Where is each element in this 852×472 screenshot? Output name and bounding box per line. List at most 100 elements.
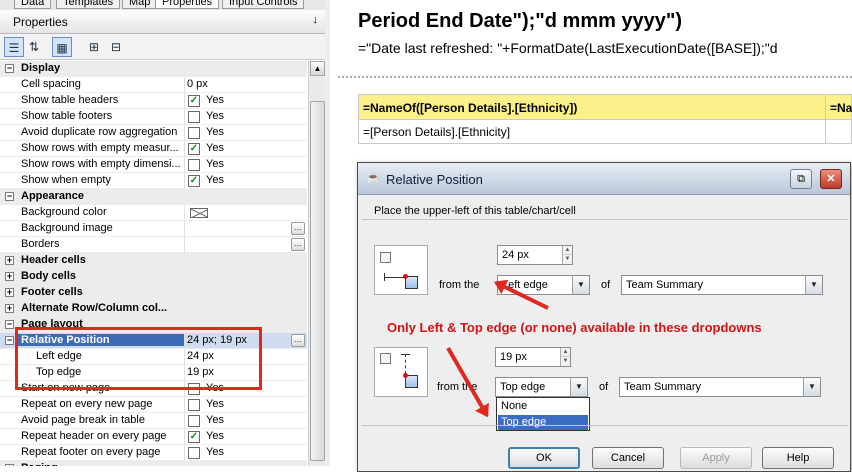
expand-icon[interactable]: + [5,272,14,281]
top-edge-select[interactable]: Top edge ▼ [495,377,588,397]
property-row-show-table-footers[interactable]: Show table footers Yes [0,109,307,125]
expand-icon[interactable]: + [5,304,14,313]
categorized-view-icon[interactable]: ☰ [4,37,24,57]
left-offset-stepper[interactable]: 24 px ▲ ▼ [497,245,573,265]
dialog-separator [362,219,848,220]
chevron-down-icon[interactable]: ▼ [570,378,587,396]
report-refresh-formula[interactable]: ="Date last refreshed: "+FormatDate(Last… [358,40,778,56]
top-edge-select-value: Top edge [500,381,546,393]
table-view-icon[interactable]: ▦ [52,37,72,57]
pin-icon[interactable]: ↓ [313,14,319,26]
property-checkbox[interactable] [188,111,200,123]
property-group-appearance[interactable]: − Appearance [0,189,307,205]
property-checkbox[interactable]: ✓ [188,431,200,443]
scroll-up-icon[interactable]: ▲ [310,61,325,76]
collapse-icon[interactable]: − [5,320,14,329]
property-row-show-table-headers[interactable]: Show table headers ✓ Yes [0,93,307,109]
property-value[interactable]: 0 px [187,78,208,90]
dropdown-option-top-edge[interactable]: Top edge [498,415,588,430]
table-header-cell[interactable]: =NameOf([Person Details].[Ethnicity]) [363,101,577,115]
tab-data[interactable]: Data [14,0,52,9]
expand-icon[interactable]: + [5,288,14,297]
report-title-formula[interactable]: Period End Date");"d mmm yyyy") [358,10,682,33]
property-row-avoid-duplicate-row-aggregation[interactable]: Avoid duplicate row aggregation Yes [0,125,307,141]
tab-properties[interactable]: Properties [155,0,220,9]
collapse-icon[interactable]: − [5,336,14,345]
column-divider [184,173,185,189]
restore-icon[interactable]: ⧉ [790,169,812,189]
property-label: Show rows with empty dimensi... [21,158,181,170]
collapse-icon[interactable]: − [5,192,14,201]
scrollbar-thumb[interactable] [310,101,325,461]
ellipsis-button[interactable]: ... [291,222,305,235]
property-checkbox[interactable] [188,127,200,139]
ellipsis-button[interactable]: ... [291,334,305,347]
ellipsis-button[interactable]: ... [291,238,305,251]
property-group-footer-cells[interactable]: + Footer cells [0,285,307,301]
property-row-avoid-page-break-in-table[interactable]: Avoid page break in table Yes [0,413,307,429]
top-offset-stepper[interactable]: 19 px ▲ ▼ [495,347,571,367]
property-row-show-rows-with-empty-measur[interactable]: Show rows with empty measur... ✓ Yes [0,141,307,157]
left-target-select-value: Team Summary [626,279,704,291]
column-divider [184,141,185,157]
no-color-icon[interactable] [190,208,208,218]
property-row-show-when-empty[interactable]: Show when empty ✓ Yes [0,173,307,189]
property-group-header-cells[interactable]: + Header cells [0,253,307,269]
sort-alpha-icon[interactable]: ⇅ [24,37,44,57]
property-row-background-image[interactable]: Background image... [0,221,307,237]
top-target-select[interactable]: Team Summary ▼ [619,377,821,397]
chevron-down-icon[interactable]: ▼ [805,276,822,294]
property-checkbox[interactable] [188,447,200,459]
property-checkbox[interactable]: ✓ [188,95,200,107]
dropdown-option-none[interactable]: None [498,399,588,414]
tab-map[interactable]: Map [122,0,158,9]
property-group-paging[interactable]: +Paging [0,461,307,466]
property-row-repeat-header-on-every-page[interactable]: Repeat header on every page ✓ Yes [0,429,307,445]
table-body-cell[interactable]: =[Person Details].[Ethnicity] [363,125,510,139]
chevron-down-icon[interactable]: ▼ [572,276,589,294]
stepper-down-icon[interactable]: ▼ [562,255,572,264]
property-row-background-color[interactable]: Background color [0,205,307,221]
of-label: of [601,279,611,291]
expand-all-icon[interactable]: ⊞ [84,37,104,57]
property-group-alternate-row-column-col[interactable]: + Alternate Row/Column col... [0,301,307,317]
property-checkbox[interactable]: ✓ [188,143,200,155]
collapse-icon[interactable]: − [5,64,14,73]
stepper-up-icon[interactable]: ▲ [560,348,570,357]
property-checkbox[interactable] [188,399,200,411]
property-row-show-rows-with-empty-dimensi[interactable]: Show rows with empty dimensi... Yes [0,157,307,173]
property-value: Yes [206,110,224,122]
left-target-select[interactable]: Team Summary ▼ [621,275,823,295]
property-checkbox[interactable] [188,159,200,171]
property-group-display[interactable]: − Display [0,61,307,77]
column-divider [184,93,185,109]
tab-templates[interactable]: Templates [56,0,121,9]
property-checkbox[interactable]: ✓ [188,175,200,187]
table-header-cell-2[interactable]: =Nam [825,95,852,119]
table-header-row[interactable]: =NameOf([Person Details].[Ethnicity]) =N… [358,94,852,120]
column-divider [184,237,185,253]
property-row-cell-spacing[interactable]: Cell spacing 0 px [0,77,307,93]
stepper-down-icon[interactable]: ▼ [560,357,570,366]
property-value: Yes [206,142,224,154]
property-label: Repeat header on every page [21,430,167,442]
close-icon[interactable]: ✕ [820,169,842,189]
chevron-down-icon[interactable]: ▼ [803,378,820,396]
property-grid-scrollbar[interactable]: ▲ [308,61,325,466]
tab-input-controls[interactable]: Input Controls [222,0,305,9]
property-label: Header cells [21,254,86,266]
expand-icon[interactable]: + [5,256,14,265]
left-offset-value: 24 px [502,249,529,261]
property-checkbox[interactable] [188,415,200,427]
collapse-all-icon[interactable]: ⊟ [106,37,126,57]
property-label: Borders [21,238,60,250]
property-row-repeat-on-every-new-page[interactable]: Repeat on every new page Yes [0,397,307,413]
table-body-row[interactable]: =[Person Details].[Ethnicity] [358,120,852,144]
stepper-up-icon[interactable]: ▲ [562,246,572,255]
property-row-borders[interactable]: Borders... [0,237,307,253]
property-row-repeat-footer-on-every-page[interactable]: Repeat footer on every page Yes [0,445,307,461]
property-label: Body cells [21,270,77,282]
dialog-instruction: Place the upper-left of this table/chart… [374,205,576,217]
property-group-body-cells[interactable]: + Body cells [0,269,307,285]
property-label: Show rows with empty measur... [21,142,179,154]
